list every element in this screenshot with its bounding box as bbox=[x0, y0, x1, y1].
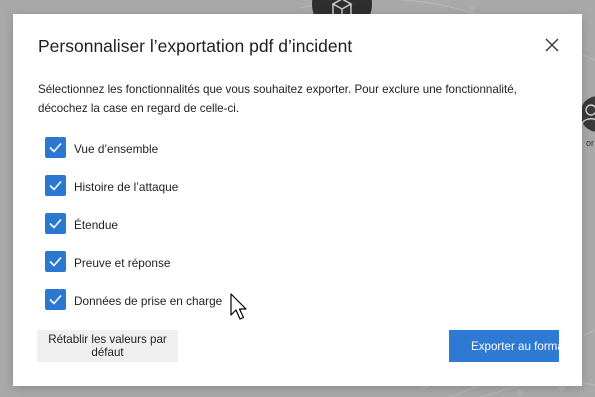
checkbox-histoire-attaque[interactable] bbox=[45, 175, 66, 196]
option-donnees-prise-en-charge[interactable]: Données de prise en charge bbox=[45, 289, 345, 311]
option-histoire-attaque[interactable]: Histoire de l’attaque bbox=[45, 175, 345, 197]
background-side-label: or bbox=[586, 138, 595, 148]
checkbox-donnees-prise-en-charge[interactable] bbox=[45, 289, 66, 310]
export-button[interactable]: Exporter au format bbox=[449, 330, 559, 362]
checkmark-icon bbox=[49, 256, 62, 267]
checkbox-preuve-reponse[interactable] bbox=[45, 251, 66, 272]
option-etendue[interactable]: Étendue bbox=[45, 213, 345, 235]
checkmark-icon bbox=[49, 142, 62, 153]
option-preuve-reponse[interactable]: Preuve et réponse bbox=[45, 251, 345, 273]
mouse-pointer-icon bbox=[230, 293, 247, 320]
option-label: Vue d’ensemble bbox=[74, 142, 159, 156]
close-icon bbox=[545, 38, 559, 52]
export-pdf-dialog: Personnaliser l’exportation pdf d’incide… bbox=[13, 14, 582, 386]
close-button[interactable] bbox=[540, 33, 564, 57]
option-label: Données de prise en charge bbox=[74, 294, 223, 308]
checkbox-etendue[interactable] bbox=[45, 213, 66, 234]
dialog-title: Personnaliser l’exportation pdf d’incide… bbox=[38, 36, 353, 56]
option-vue-ensemble[interactable]: Vue d’ensemble bbox=[45, 137, 345, 159]
option-label: Histoire de l’attaque bbox=[74, 180, 179, 194]
background-person-node bbox=[580, 96, 595, 132]
dialog-description: Sélectionnez les fonctionnalités que vou… bbox=[38, 83, 517, 115]
checkmark-icon bbox=[49, 180, 62, 191]
option-label: Étendue bbox=[74, 218, 118, 232]
option-label: Preuve et réponse bbox=[74, 256, 171, 270]
reset-defaults-button[interactable]: Rétablir les valeurs par défaut bbox=[37, 330, 178, 362]
checkbox-vue-ensemble[interactable] bbox=[45, 137, 66, 158]
checkmark-icon bbox=[49, 294, 62, 305]
checkmark-icon bbox=[49, 218, 62, 229]
